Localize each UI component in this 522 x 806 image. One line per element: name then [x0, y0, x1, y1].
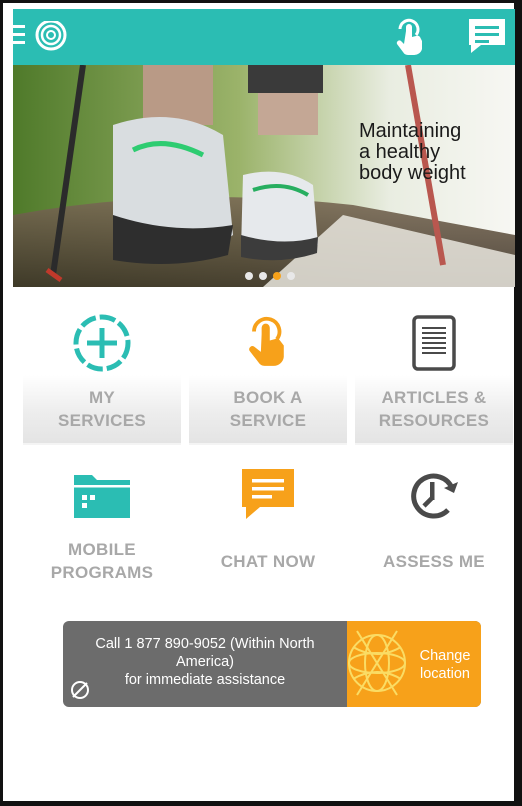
no-phone-icon	[71, 681, 89, 699]
call-assistance-bar: Call 1 877 890-9052 (Within North Americ…	[63, 621, 481, 707]
book-a-service-tile[interactable]: BOOK A SERVICE	[189, 295, 347, 445]
top-bar	[13, 9, 515, 65]
chat-now-label: CHAT NOW	[220, 551, 316, 571]
chat-bubble-icon	[242, 469, 294, 519]
change-location-label: Change location	[419, 648, 471, 682]
chat-icon	[469, 19, 505, 53]
chat-shortcut-button[interactable]	[465, 15, 509, 59]
call-line-2: America)	[175, 654, 234, 670]
mobile-programs-label: MOBILE PROGRAMS	[50, 540, 154, 582]
call-line-1: Call 1 877 890-9052 (Within North	[95, 636, 315, 652]
app-frame: Maintaining a healthy body weight MY SER…	[0, 0, 522, 806]
menu-icon	[13, 21, 67, 51]
mobile-programs-tile[interactable]: MOBILE PROGRAMS	[23, 447, 181, 595]
assess-me-tile[interactable]: ASSESS ME	[355, 447, 513, 595]
logo-ring-icon	[35, 21, 67, 51]
plus-circle-icon	[73, 314, 131, 372]
tap-hand-icon	[249, 316, 284, 366]
carousel-dot-2[interactable]	[259, 272, 267, 280]
carousel-dot-1[interactable]	[245, 272, 253, 280]
carousel-indicator	[245, 272, 295, 280]
chat-now-tile[interactable]: CHAT NOW	[189, 447, 347, 595]
carousel-dot-3[interactable]	[273, 272, 281, 280]
articles-resources-label: ARTICLES & RESOURCES	[378, 388, 490, 430]
my-services-label: MY SERVICES	[57, 388, 147, 430]
assess-me-label: ASSESS ME	[383, 551, 485, 571]
document-icon	[412, 315, 456, 371]
my-services-tile[interactable]: MY SERVICES	[23, 295, 181, 445]
clock-arrow-icon	[411, 473, 458, 519]
book-service-shortcut-button[interactable]	[387, 15, 431, 59]
banner-headline: Maintaining a healthy body weight	[359, 120, 466, 184]
book-a-service-label: BOOK A SERVICE	[229, 388, 307, 430]
call-phone-link[interactable]: Call 1 877 890-9052 (Within North Americ…	[63, 635, 347, 689]
call-line-3: for immediate assistance	[124, 672, 286, 688]
tap-hand-icon	[396, 18, 422, 56]
change-location-button[interactable]: Change location	[347, 621, 481, 707]
carousel-dot-4[interactable]	[287, 272, 295, 280]
articles-resources-tile[interactable]: ARTICLES & RESOURCES	[355, 295, 513, 445]
menu-button[interactable]	[13, 21, 67, 53]
folder-icon	[74, 475, 130, 518]
hero-banner[interactable]: Maintaining a healthy body weight	[13, 65, 515, 287]
